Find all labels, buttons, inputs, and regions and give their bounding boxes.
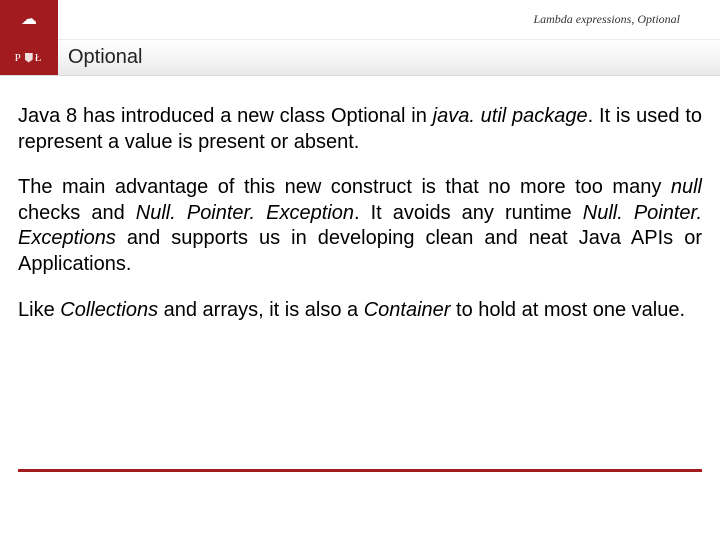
italic-text: null xyxy=(671,176,702,198)
breadcrumb: Lambda expressions, Optional xyxy=(58,12,720,27)
logo-block-bottom: P Ł xyxy=(0,40,58,75)
text: and arrays, it is also a xyxy=(158,299,364,321)
italic-text: Container xyxy=(364,299,451,321)
italic-text: Null. Pointer. Exception xyxy=(136,202,354,224)
title-row: P Ł Optional xyxy=(0,40,720,76)
section-title: Optional xyxy=(58,40,143,75)
text: Java 8 has introduced a new class Option… xyxy=(18,105,433,127)
text: . It avoids any runtime xyxy=(354,202,583,224)
paragraph-3: Like Collections and arrays, it is also … xyxy=(18,298,702,324)
content-area: Java 8 has introduced a new class Option… xyxy=(0,76,720,323)
footer-rule xyxy=(18,469,702,472)
text: to hold at most one value. xyxy=(450,299,685,321)
italic-text: java. util package xyxy=(433,105,588,127)
logo-top-icon: ☁ xyxy=(21,12,37,28)
text: and supports us in developing clean and … xyxy=(18,227,702,275)
logo-block-top: ☁ xyxy=(0,0,58,40)
logo-letter-l: Ł xyxy=(35,52,44,64)
paragraph-1: Java 8 has introduced a new class Option… xyxy=(18,104,702,155)
header-top: ☁ Lambda expressions, Optional xyxy=(0,0,720,40)
text: Like xyxy=(18,299,60,321)
italic-text: Collections xyxy=(60,299,158,321)
text: checks and xyxy=(18,202,136,224)
paragraph-2: The main advantage of this new construct… xyxy=(18,175,702,277)
logo-letter-p: P xyxy=(15,52,23,64)
shield-icon xyxy=(25,53,33,63)
text: The main advantage of this new construct… xyxy=(18,176,671,198)
